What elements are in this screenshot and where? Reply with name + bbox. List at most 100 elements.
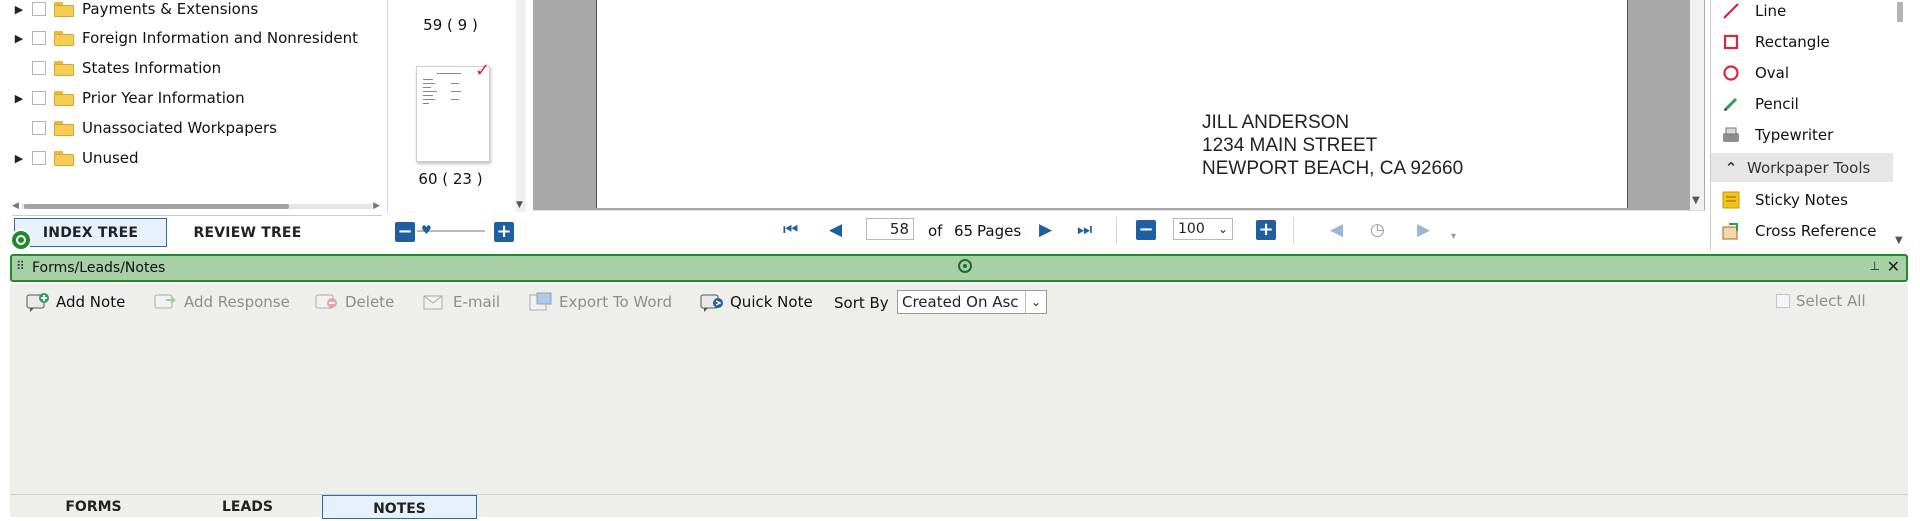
- tree-item-prior-year-information[interactable]: ▶ Prior Year Information: [12, 85, 245, 111]
- folder-icon: [54, 1, 74, 17]
- export-to-word-button[interactable]: Export To Word: [529, 290, 672, 314]
- move-target-icon[interactable]: [958, 259, 972, 273]
- tree-item-checkbox[interactable]: [32, 151, 46, 165]
- zoom-select[interactable]: 100 ⌄: [1173, 218, 1233, 240]
- slider-handle-icon[interactable]: ♥: [421, 223, 432, 237]
- sort-by-select[interactable]: Created On Asc ⌄: [897, 290, 1047, 314]
- scroll-down-icon[interactable]: ▼: [1895, 235, 1903, 246]
- history-forward-icon[interactable]: ▶: [1417, 220, 1430, 240]
- tree-item-unused[interactable]: ▶ Unused: [12, 145, 139, 171]
- expand-arrow-icon[interactable]: ▶: [12, 32, 26, 45]
- page-number-input[interactable]: 58: [866, 218, 914, 240]
- scroll-right-icon[interactable]: ▶: [373, 201, 380, 211]
- scroll-down-icon[interactable]: ▼: [1692, 195, 1700, 206]
- zoom-in-button[interactable]: +: [1256, 220, 1276, 240]
- button-label: Export To Word: [559, 293, 672, 311]
- expand-arrow-icon[interactable]: ▶: [12, 92, 26, 105]
- tool-typewriter[interactable]: Typewriter: [1711, 120, 1893, 150]
- tree-item-label: States Information: [82, 59, 222, 77]
- tool-label: Sticky Notes: [1755, 191, 1848, 209]
- notes-toolbar: Add Note Add Response Delete E-mail Expo…: [10, 284, 1908, 320]
- panel-header-bar[interactable]: ⠿ Forms/Leads/Notes ⊥ ✕: [10, 254, 1908, 282]
- workpaper-tools-section-header[interactable]: ⌃ Workpaper Tools: [1711, 153, 1893, 182]
- add-note-button[interactable]: Add Note: [26, 290, 125, 314]
- history-clock-icon[interactable]: ◷: [1370, 220, 1385, 240]
- tool-sticky-notes[interactable]: Sticky Notes: [1711, 185, 1893, 215]
- viewer-vertical-scrollbar[interactable]: ▼: [1690, 0, 1704, 210]
- tab-review-tree[interactable]: REVIEW TREE: [170, 218, 325, 247]
- tool-rectangle[interactable]: Rectangle: [1711, 27, 1893, 57]
- tree-item-payments-extensions[interactable]: ▶ Payments & Extensions: [12, 0, 258, 22]
- tree-item-states-information[interactable]: States Information: [12, 55, 221, 81]
- tab-forms[interactable]: FORMS: [16, 499, 171, 521]
- chevron-down-icon[interactable]: ⌄: [1218, 219, 1228, 239]
- tree-item-label: Unassociated Workpapers: [82, 119, 277, 137]
- tool-label: Oval: [1755, 64, 1790, 82]
- tree-item-label: Unused: [82, 149, 139, 167]
- thumbnail-vertical-scrollbar[interactable]: ▼: [516, 0, 526, 212]
- tab-notes[interactable]: NOTES: [322, 495, 477, 519]
- expand-arrow-icon[interactable]: ▶: [12, 3, 26, 16]
- tab-leads[interactable]: LEADS: [170, 499, 325, 521]
- delete-note-icon: [315, 292, 339, 312]
- last-page-icon[interactable]: ⏭: [1077, 220, 1092, 240]
- dock-target-icon[interactable]: [10, 229, 32, 251]
- previous-page-icon[interactable]: ◀: [829, 220, 842, 240]
- button-label: Add Response: [184, 293, 290, 311]
- add-response-button[interactable]: Add Response: [154, 290, 290, 314]
- line-icon: [1721, 1, 1741, 21]
- history-back-icon[interactable]: ◀: [1330, 220, 1343, 240]
- button-label: Quick Note: [730, 293, 813, 311]
- collapse-caret-icon[interactable]: ⌃: [1721, 158, 1741, 178]
- quick-note-button[interactable]: Quick Note: [700, 290, 813, 314]
- tree-item-checkbox[interactable]: [32, 31, 46, 45]
- history-dropdown-icon[interactable]: ▾: [1451, 227, 1456, 247]
- close-icon[interactable]: ✕: [1887, 257, 1900, 276]
- scroll-down-icon[interactable]: ▼: [516, 200, 523, 210]
- scrollbar-thumb[interactable]: [1897, 2, 1903, 22]
- tree-item-checkbox[interactable]: [32, 91, 46, 105]
- zoom-in-button[interactable]: +: [494, 222, 514, 242]
- checkbox-box[interactable]: [1776, 294, 1790, 308]
- scrollbar-thumb[interactable]: [24, 204, 289, 209]
- tool-line[interactable]: Line: [1711, 0, 1893, 26]
- sort-by-value: Created On Asc: [902, 293, 1019, 311]
- tool-oval[interactable]: Oval: [1711, 58, 1893, 88]
- select-all-checkbox[interactable]: Select All: [1776, 292, 1866, 310]
- email-button[interactable]: E-mail: [423, 290, 500, 314]
- folder-icon: [54, 150, 74, 166]
- tree-item-foreign-information[interactable]: ▶ Foreign Information and Nonresident: [12, 25, 358, 51]
- drag-grip-icon[interactable]: ⠿: [16, 259, 25, 273]
- thumbnail-label: 59 ( 9 ): [423, 16, 478, 34]
- email-icon: [423, 292, 447, 312]
- tab-index-tree[interactable]: INDEX TREE: [14, 218, 167, 247]
- next-page-icon[interactable]: ▶: [1039, 220, 1052, 240]
- thumbnail-label: 60 ( 23 ): [418, 170, 483, 188]
- first-page-icon[interactable]: ⏮: [783, 220, 798, 240]
- tree-item-unassociated-workpapers[interactable]: Unassociated Workpapers: [12, 115, 277, 141]
- expand-arrow-icon[interactable]: ▶: [12, 152, 26, 165]
- pencil-icon: [1721, 94, 1741, 114]
- zoom-out-button[interactable]: −: [395, 222, 415, 242]
- tree-horizontal-scrollbar[interactable]: ◀ ▶: [12, 200, 382, 212]
- tool-label: Line: [1755, 2, 1787, 20]
- address-line: NEWPORT BEACH, CA 92660: [1202, 158, 1464, 179]
- delete-button[interactable]: Delete: [315, 290, 394, 314]
- document-page[interactable]: [596, 0, 1628, 208]
- tree-item-checkbox[interactable]: [32, 61, 46, 75]
- button-label: E-mail: [453, 293, 501, 311]
- page-navigation-bar: ⏮ ◀ 58 of 65 Pages ▶ ⏭ − 100 ⌄ + ◀ ◷ ▶ ▾: [533, 210, 1705, 249]
- tool-label: Typewriter: [1755, 126, 1834, 144]
- tree-item-checkbox[interactable]: [32, 2, 46, 16]
- tree-item-checkbox[interactable]: [32, 121, 46, 135]
- tools-vertical-scrollbar[interactable]: ▼: [1894, 0, 1906, 248]
- pin-icon[interactable]: ⊥: [1870, 259, 1880, 273]
- scroll-left-icon[interactable]: ◀: [12, 201, 19, 211]
- zoom-out-button[interactable]: −: [1136, 220, 1156, 240]
- tool-pencil[interactable]: Pencil: [1711, 89, 1893, 119]
- reviewed-check-icon: ✓: [475, 60, 491, 81]
- tool-cross-reference[interactable]: Cross Reference: [1711, 216, 1893, 246]
- section-label: Workpaper Tools: [1747, 158, 1871, 177]
- chevron-down-icon[interactable]: ⌄: [1025, 291, 1046, 313]
- tree-tab-bar: INDEX TREE REVIEW TREE: [12, 215, 382, 250]
